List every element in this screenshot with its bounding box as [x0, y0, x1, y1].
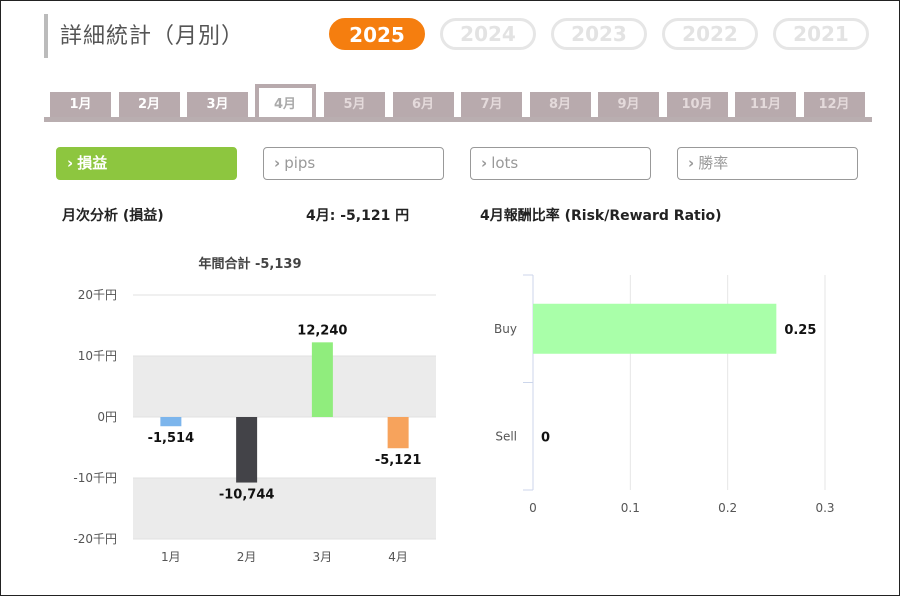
title-accent-bar	[44, 14, 48, 58]
chevron-right-icon: ›	[274, 154, 281, 172]
bar-Buy[interactable]	[533, 303, 777, 354]
month-tab-7[interactable]: 7月	[461, 92, 522, 117]
bar-1月[interactable]	[160, 417, 182, 427]
bar-2月[interactable]	[236, 417, 258, 483]
year-button-0[interactable]: 2025	[329, 18, 425, 50]
y-tick-label: -10千円	[73, 471, 117, 485]
data-label: 12,240	[297, 323, 347, 338]
metric-button-0[interactable]: › 損益	[56, 147, 237, 180]
x-tick-label: 4月	[388, 550, 408, 564]
metric-label: pips	[284, 154, 316, 172]
x-tick-label: 1月	[161, 550, 181, 564]
data-label: -5,121	[375, 453, 422, 468]
monthly-pl-chart: 20千円 10千円 0円 -10千円 -20千円 年間合計 -5,139 -1,514 1月 -…	[73, 256, 436, 564]
month-tab-1[interactable]: 1月	[50, 92, 111, 117]
month-tab-10[interactable]: 10月	[666, 92, 728, 117]
y-tick-label: -20千円	[73, 532, 117, 546]
y-tick-label: 20千円	[78, 288, 117, 302]
y-tick-label: 10千円	[78, 349, 117, 363]
metric-label: 損益	[77, 154, 108, 172]
chart-title: 年間合計 -5,139	[198, 256, 301, 272]
month-tab-11[interactable]: 11月	[735, 92, 796, 117]
data-label: 0	[541, 430, 550, 445]
month-summary: 4月: -5,121 円	[306, 208, 410, 224]
page-title: 詳細統計（月別）	[60, 24, 245, 49]
month-tabs-underline	[44, 117, 872, 122]
chevron-right-icon: ›	[67, 154, 74, 172]
plot-band	[133, 478, 436, 539]
month-tab-5[interactable]: 5月	[324, 92, 385, 117]
year-button-1[interactable]: 2024	[440, 18, 536, 50]
y-tick-label: Buy	[494, 322, 517, 336]
y-tick-label: Sell	[495, 429, 517, 443]
risk-reward-chart: 0 0.1 0.2 0.3 Buy 0.25 Sell 0	[494, 274, 835, 515]
month-tab-12[interactable]: 12月	[803, 92, 865, 117]
metric-label: lots	[491, 154, 519, 172]
metric-button-3[interactable]: › 勝率	[677, 147, 858, 180]
month-tab-8[interactable]: 8月	[529, 92, 591, 117]
data-label: -1,514	[148, 431, 195, 446]
bar-3月[interactable]	[311, 342, 333, 417]
x-tick-label: 0.3	[815, 501, 834, 515]
plot-band	[133, 356, 436, 417]
chevron-right-icon: ›	[688, 154, 695, 172]
data-label: -10,744	[219, 488, 275, 503]
metric-button-1[interactable]: › pips	[263, 147, 444, 180]
data-label: 0.25	[784, 323, 816, 338]
year-button-2[interactable]: 2023	[551, 18, 647, 50]
year-button-4[interactable]: 2021	[773, 18, 869, 50]
x-tick-label: 3月	[313, 550, 333, 564]
month-tab-2[interactable]: 2月	[118, 92, 180, 117]
metric-label: 勝率	[698, 154, 729, 172]
y-tick-label: 0円	[97, 410, 117, 424]
monthly-analysis-title: 月次分析 (損益)	[62, 208, 164, 224]
x-tick-label: 0.1	[621, 501, 640, 515]
chevron-right-icon: ›	[481, 154, 488, 172]
bar-4月[interactable]	[387, 417, 409, 449]
month-tab-6[interactable]: 6月	[392, 92, 454, 117]
x-tick-label: 0	[529, 501, 537, 515]
risk-reward-title: 4月報酬比率 (Risk/Reward Ratio)	[480, 208, 722, 224]
x-tick-label: 0.2	[718, 501, 737, 515]
month-tab-3[interactable]: 3月	[187, 92, 248, 117]
x-tick-label: 2月	[237, 550, 257, 564]
year-button-3[interactable]: 2022	[662, 18, 758, 50]
month-tab-9[interactable]: 9月	[598, 92, 659, 117]
metric-button-2[interactable]: › lots	[470, 147, 651, 180]
